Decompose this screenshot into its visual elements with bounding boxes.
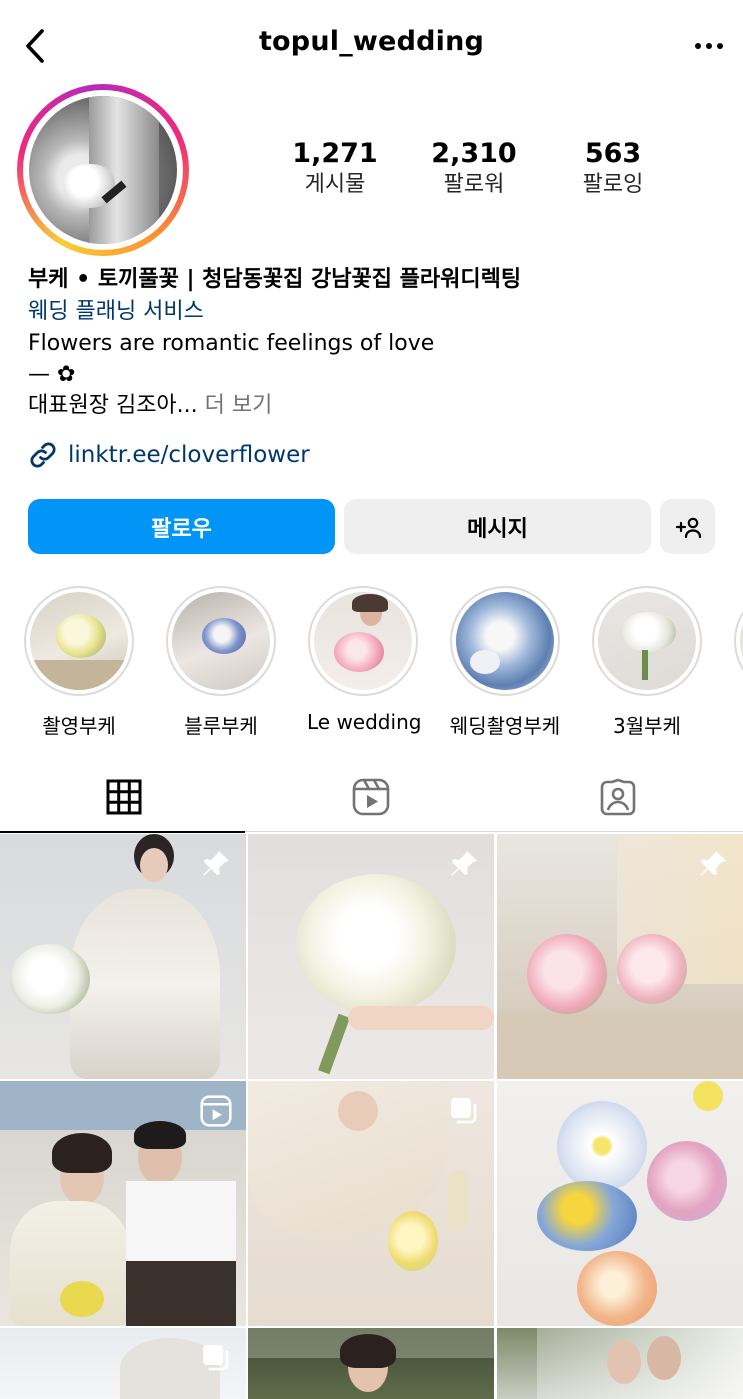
profile-username: topul_wedding bbox=[258, 26, 485, 57]
stat-posts-count: 1,271 bbox=[292, 138, 378, 169]
stat-followers-count: 2,310 bbox=[431, 138, 517, 169]
tab-posts-grid[interactable] bbox=[0, 762, 247, 833]
bio-line-3-text: 대표원장 김조아... bbox=[28, 393, 198, 418]
stat-following-label: 팔로잉 bbox=[582, 172, 644, 197]
tagged-icon bbox=[600, 778, 635, 816]
profile-header: topul_wedding bbox=[0, 0, 743, 92]
profile-tabs bbox=[0, 762, 743, 833]
profile-stats: 1,271 게시물 2,310 팔로워 563 팔로잉 bbox=[260, 138, 710, 208]
grid-icon bbox=[106, 779, 141, 815]
avatar bbox=[29, 96, 177, 244]
highlight-item[interactable]: 촬영부케 bbox=[23, 586, 135, 739]
add-user-button[interactable] bbox=[660, 499, 715, 554]
bio-more-link[interactable]: 더 보기 bbox=[198, 393, 273, 418]
carousel-icon bbox=[200, 1342, 232, 1374]
pin-icon bbox=[697, 848, 729, 880]
highlight-item[interactable]: Le wedding bbox=[307, 586, 422, 734]
post-thumbnail[interactable] bbox=[248, 1081, 494, 1326]
avatar-story-ring[interactable] bbox=[17, 84, 189, 256]
carousel-icon bbox=[448, 1095, 480, 1127]
highlight-item[interactable]: 웨딩촬영부케 bbox=[449, 586, 561, 739]
pin-icon bbox=[448, 848, 480, 880]
follow-button[interactable]: 팔로우 bbox=[28, 499, 335, 554]
post-thumbnail[interactable] bbox=[248, 834, 494, 1079]
stat-following-count: 563 bbox=[584, 138, 642, 169]
profile-bio: 부케 • 토끼풀꽃 | 청담동꽃집 강남꽃집 플라워디렉팅 웨딩 플래닝 서비스… bbox=[28, 264, 728, 421]
highlight-item[interactable]: 3월부케 bbox=[591, 586, 703, 739]
bio-link-text[interactable]: linktr.ee/cloverflower bbox=[68, 442, 310, 468]
bio-link[interactable]: linktr.ee/cloverflower bbox=[28, 438, 310, 472]
tab-reels[interactable] bbox=[247, 762, 494, 832]
tab-active-indicator bbox=[0, 831, 245, 833]
reels-icon bbox=[200, 1095, 232, 1127]
post-thumbnail[interactable] bbox=[0, 1081, 246, 1326]
post-thumbnail[interactable] bbox=[497, 834, 743, 1079]
stat-followers-label: 팔로워 bbox=[443, 172, 505, 197]
bio-line-3: 대표원장 김조아... 더 보기 bbox=[28, 390, 728, 421]
highlight-label: Le wedding bbox=[307, 710, 422, 734]
bio-line-1: Flowers are romantic feelings of love bbox=[28, 331, 435, 356]
stat-followers[interactable]: 2,310 팔로워 bbox=[404, 138, 544, 200]
link-icon bbox=[30, 442, 56, 468]
post-thumbnail[interactable] bbox=[497, 1328, 743, 1399]
highlight-item[interactable]: 블루부케 bbox=[165, 586, 277, 739]
post-thumbnail[interactable] bbox=[497, 1081, 743, 1326]
stat-posts[interactable]: 1,271 게시물 bbox=[265, 138, 405, 200]
highlight-item-partial[interactable] bbox=[733, 586, 743, 696]
bio-line-2: — ✿ bbox=[28, 362, 76, 387]
post-thumbnail[interactable] bbox=[248, 1328, 494, 1399]
bio-category[interactable]: 웨딩 플래닝 서비스 bbox=[28, 296, 728, 328]
more-options-button[interactable] bbox=[691, 32, 727, 60]
story-highlights: 촬영부케 블루부케 Le wedding 웨딩촬영부케 3월부케 bbox=[0, 586, 743, 739]
message-button[interactable]: 메시지 bbox=[344, 499, 651, 554]
tab-tagged[interactable] bbox=[494, 762, 741, 832]
highlight-label: 촬영부케 bbox=[42, 714, 116, 738]
post-thumbnail[interactable] bbox=[0, 1328, 246, 1399]
stat-posts-label: 게시물 bbox=[304, 172, 366, 197]
more-horizontal-icon bbox=[695, 43, 723, 49]
highlight-label: 블루부케 bbox=[184, 714, 258, 738]
stat-following[interactable]: 563 팔로잉 bbox=[543, 138, 683, 200]
highlight-label: 웨딩촬영부케 bbox=[449, 714, 561, 738]
bio-name: 부케 • 토끼풀꽃 | 청담동꽃집 강남꽃집 플라워디렉팅 bbox=[28, 267, 522, 292]
highlight-label: 3월부케 bbox=[613, 714, 681, 738]
posts-grid bbox=[0, 834, 743, 1399]
post-thumbnail[interactable] bbox=[0, 834, 246, 1079]
add-user-icon bbox=[675, 517, 701, 538]
reels-icon bbox=[352, 778, 389, 816]
pin-icon bbox=[200, 848, 232, 880]
